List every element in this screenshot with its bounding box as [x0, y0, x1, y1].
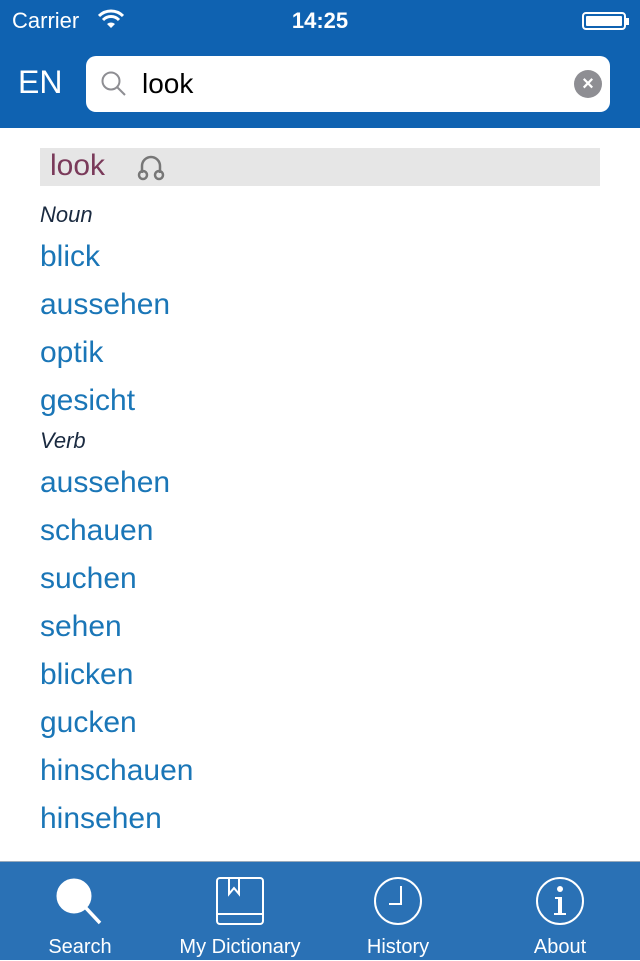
tab-bar: Search My Dictionary History About: [0, 861, 640, 960]
headword-bar: look: [40, 148, 600, 186]
translation-link[interactable]: sehen: [40, 610, 122, 644]
translation-link[interactable]: gesicht: [40, 384, 135, 418]
clock: 14:25: [291, 8, 349, 33]
search-input[interactable]: [142, 64, 542, 104]
translation-link[interactable]: suchen: [40, 562, 137, 596]
translation-link[interactable]: aussehen: [40, 288, 170, 322]
search-bar[interactable]: ×: [86, 56, 610, 112]
tab-label: History: [366, 936, 430, 958]
tab-label: My Dictionary: [179, 936, 301, 958]
status-bar: Carrier 14:25: [0, 0, 640, 40]
translation-link[interactable]: optik: [40, 336, 103, 370]
headword: look: [50, 149, 106, 182]
language-toggle[interactable]: EN: [18, 64, 62, 101]
translation-link[interactable]: blicken: [40, 658, 133, 692]
book-icon: [216, 877, 264, 925]
battery-icon: [582, 12, 629, 30]
tab-my-dictionary[interactable]: My Dictionary: [160, 862, 320, 961]
clear-search-button[interactable]: ×: [574, 70, 602, 98]
translation-link[interactable]: hinschauen: [40, 754, 193, 788]
tab-search[interactable]: Search: [0, 862, 160, 961]
translation-link[interactable]: gucken: [40, 706, 137, 740]
search-icon: [56, 878, 102, 925]
translation-link[interactable]: blick: [40, 240, 100, 274]
tab-about[interactable]: About: [480, 862, 640, 961]
search-icon: [101, 71, 126, 96]
headphones-icon[interactable]: [136, 153, 166, 181]
clock-icon: [374, 877, 422, 925]
tab-label: Search: [48, 936, 112, 958]
part-of-speech-label: Noun: [40, 202, 93, 227]
header: Carrier 14:25 EN ×: [0, 0, 640, 128]
part-of-speech-label: Verb: [40, 428, 86, 453]
tab-history[interactable]: History: [318, 862, 478, 961]
tab-label: About: [533, 936, 587, 958]
translation-link[interactable]: schauen: [40, 514, 153, 548]
translation-link[interactable]: aussehen: [40, 466, 170, 500]
translation-link[interactable]: hinsehen: [40, 802, 162, 836]
info-icon: [536, 877, 584, 925]
